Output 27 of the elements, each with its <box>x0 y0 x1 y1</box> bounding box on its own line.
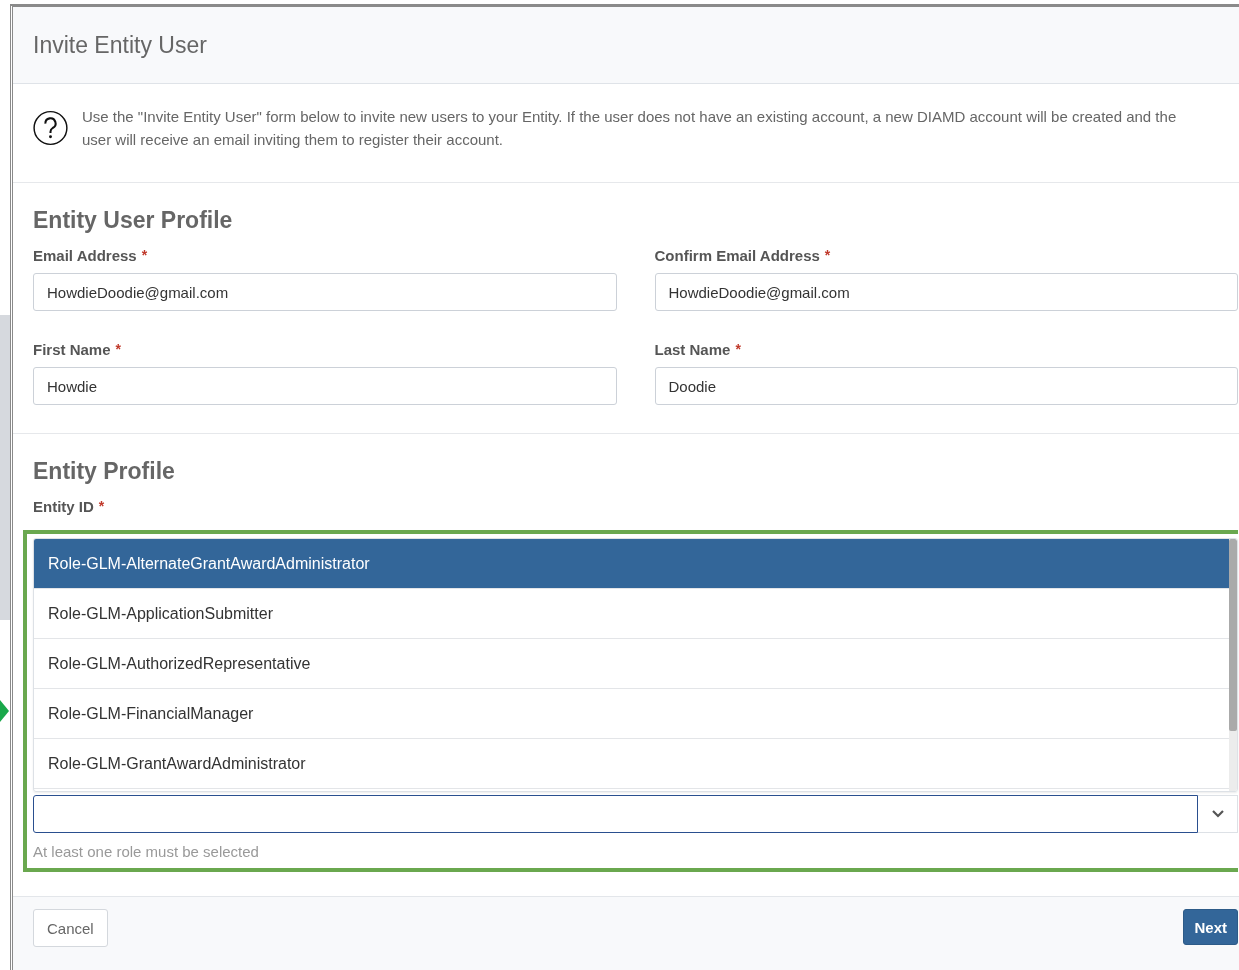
role-option[interactable]: Role-GLM-GrantAwardAdministrator <box>34 739 1229 789</box>
role-listbox[interactable]: Role-GLM-AlternateGrantAwardAdministrator Role-GLM-ApplicationSubmitter Role-GLM-AuthorizedRepresentative Role-GLM-FinancialManager Role-GLM-GrantAwardAdministrator <box>33 538 1238 792</box>
required-marker: * <box>735 341 741 357</box>
role-option[interactable]: Role-GLM-FinancialManager <box>34 689 1229 739</box>
next-button[interactable]: Next <box>1183 909 1238 945</box>
section-heading: Entity User Profile <box>33 207 234 234</box>
required-marker: * <box>824 247 831 263</box>
info-text: Use the "Invite Entity User" form below to invite new users to your Entity. If the user does not have an existing account, a new DIAMD account will be created and the user will receive an email inviting them to register their account. <box>81 107 1178 150</box>
cancel-button[interactable]: Cancel <box>33 909 108 947</box>
hint-text: At least one role must be selected <box>33 843 260 860</box>
field-label: Email Address <box>33 246 137 264</box>
field-label: Entity ID <box>33 497 94 515</box>
required-marker: * <box>98 498 105 514</box>
required-marker: * <box>115 341 121 357</box>
modal-title: Invite Entity User <box>33 31 207 59</box>
text-field[interactable]: Howdie <box>33 367 617 405</box>
text-field[interactable]: HowdieDoodie@gmail.com <box>654 273 1238 311</box>
role-option[interactable]: Role-GLM-AlternateGrantAwardAdministrator <box>34 539 1229 589</box>
role-option[interactable]: Role-GLM-AuthorizedRepresentative <box>34 639 1229 689</box>
field-label: Confirm Email Address <box>654 246 820 264</box>
required-marker: * <box>141 247 148 263</box>
role-option[interactable]: Role-GLM-ApplicationSubmitter <box>34 589 1229 639</box>
text-field[interactable]: HowdieDoodie@gmail.com <box>33 273 617 311</box>
field-label: First Name <box>33 340 111 358</box>
field-label: Last Name <box>654 340 731 358</box>
section-heading: Entity Profile <box>33 458 176 485</box>
text-field[interactable]: Doodie <box>654 367 1238 405</box>
